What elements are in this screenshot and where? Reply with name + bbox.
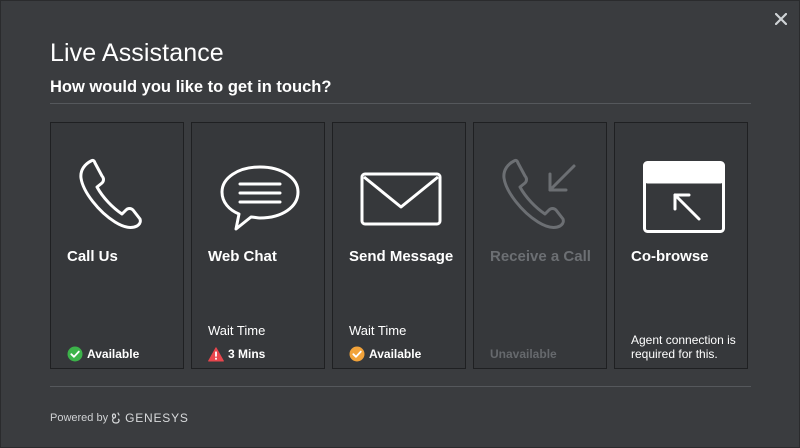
status-text: Unavailable: [490, 347, 557, 361]
wait-time-label: Wait Time: [349, 323, 407, 338]
requirement-note: Agent connection is required for this.: [631, 333, 736, 361]
brand-name: GENESYS: [125, 411, 189, 425]
card-icon-area: [51, 123, 185, 241]
close-icon: [775, 13, 787, 25]
card-web-chat[interactable]: Web Chat Wait Time 3 Mins: [191, 122, 325, 369]
powered-by-text: Powered by: [50, 412, 109, 424]
card-label: Receive a Call: [490, 248, 591, 265]
wait-time-label: Wait Time: [208, 323, 266, 338]
check-circle-icon: [67, 346, 83, 362]
close-button[interactable]: [772, 10, 790, 28]
dialog-subtitle: How would you like to get in touch?: [50, 78, 332, 96]
card-label: Call Us: [67, 248, 118, 265]
envelope-icon: [360, 172, 442, 226]
chat-bubble-icon: [220, 165, 300, 231]
card-icon-area: [615, 123, 749, 241]
incoming-call-icon: [502, 158, 576, 229]
status-badge: Available: [349, 346, 421, 362]
card-icon-area: [192, 123, 326, 241]
card-icon-area: [333, 123, 467, 241]
card-receive-a-call: Receive a Call Unavailable: [473, 122, 607, 369]
live-assistance-dialog: Live Assistance How would you like to ge…: [0, 0, 800, 448]
status-text: Available: [369, 347, 422, 361]
card-label: Co-browse: [631, 248, 709, 265]
status-text: Available: [87, 347, 140, 361]
card-icon-area: [474, 123, 608, 241]
card-send-message[interactable]: Send Message Wait Time Available: [332, 122, 466, 369]
footer-divider: [50, 386, 751, 387]
status-badge: 3 Mins: [208, 346, 265, 362]
card-label: Send Message: [349, 248, 454, 265]
warning-triangle-icon: [208, 346, 224, 361]
co-browse-window-icon: [643, 161, 725, 233]
check-circle-icon: [349, 346, 365, 362]
header-divider: [50, 103, 751, 104]
status-badge: Available: [67, 346, 139, 362]
status-badge: Unavailable: [490, 346, 557, 362]
phone-icon: [79, 158, 142, 229]
card-co-browse[interactable]: Co-browse Agent connection is required f…: [614, 122, 748, 369]
footer: Powered by GENESYS: [50, 411, 189, 425]
status-text: 3 Mins: [228, 347, 266, 361]
card-label: Web Chat: [208, 248, 277, 265]
dialog-title: Live Assistance: [50, 39, 224, 67]
genesys-logo-icon: [111, 412, 120, 424]
card-call-us[interactable]: Call Us Available: [50, 122, 184, 369]
